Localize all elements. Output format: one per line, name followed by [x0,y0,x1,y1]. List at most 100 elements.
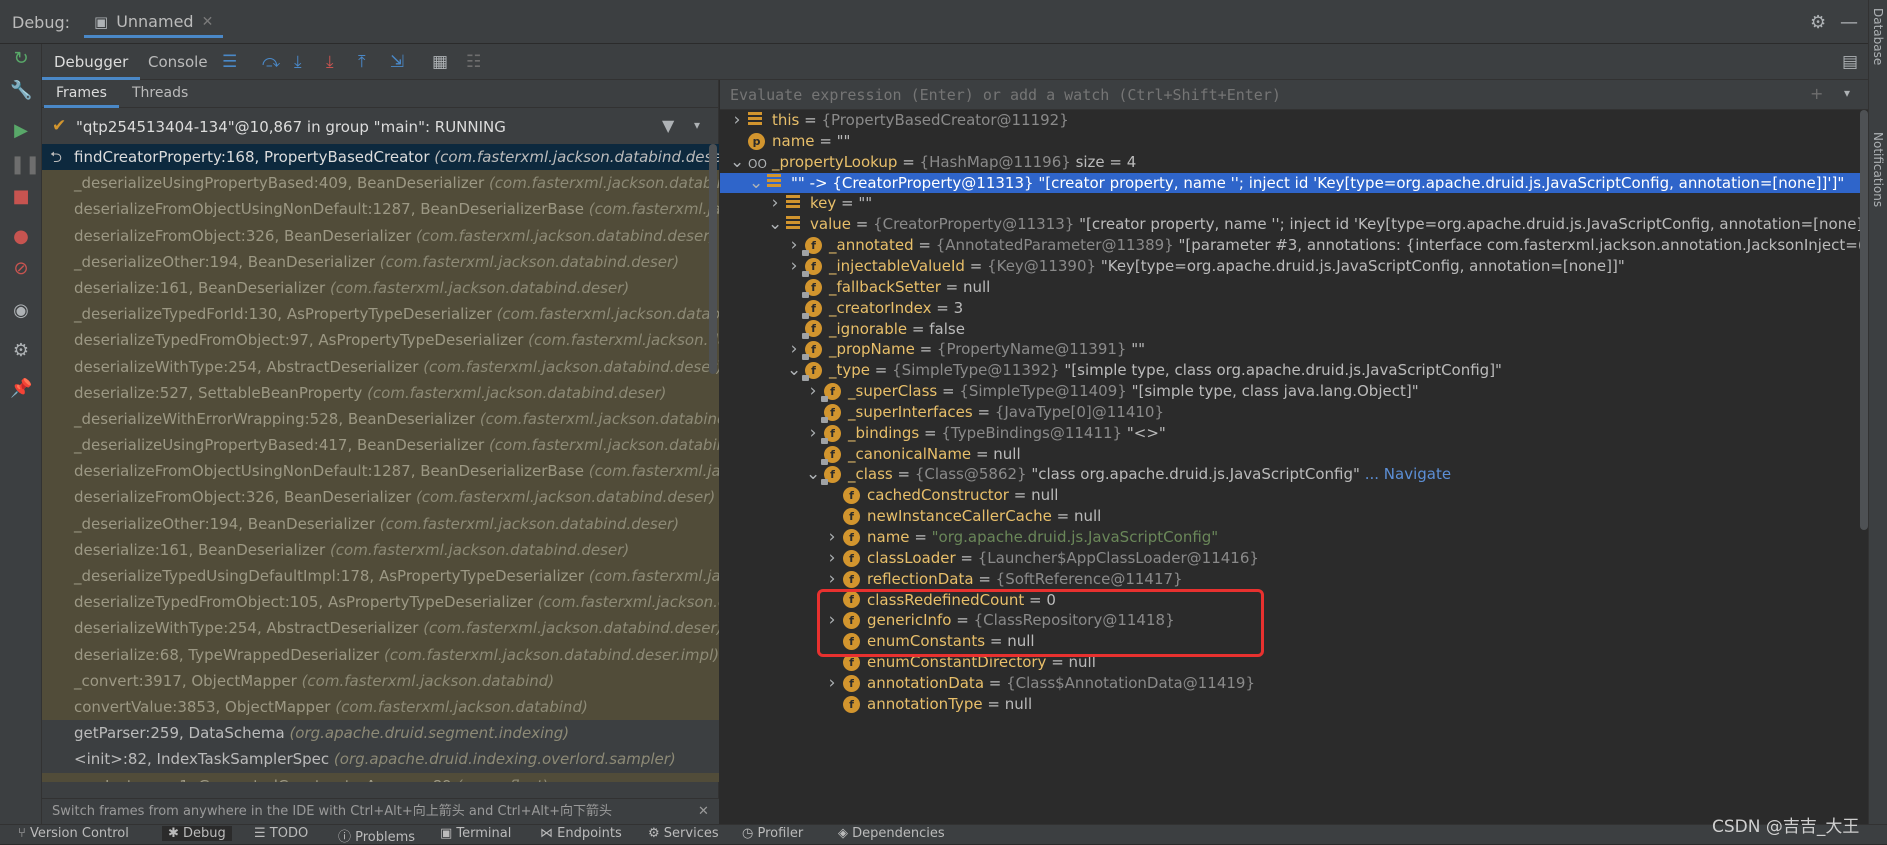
variables-scrollbar[interactable] [1860,110,1868,530]
thread-selector[interactable]: ✔ "qtp254513404-134"@10,867 in group "ma… [42,112,719,144]
frame-row[interactable]: _deserializeTypedUsingDefaultImpl:178, A… [42,563,719,590]
expand-arrow-icon[interactable]: › [825,548,839,569]
variable-row[interactable]: › f _annotated = {AnnotatedParameter@11389… [720,235,1868,257]
close-icon[interactable]: ✕ [202,14,214,30]
tab-threads[interactable]: Threads [120,80,200,108]
variable-row[interactable]: f cachedConstructor = null [720,485,1868,506]
bottom-tab-dependencies[interactable]: ◈ Dependencies [838,826,945,841]
variable-row[interactable]: f _superInterfaces = {JavaType[0]@11410} [720,402,1868,423]
frame-row[interactable]: deserializeFromObject:326, BeanDeseriali… [42,484,719,511]
rerun-icon[interactable]: ↻ [10,48,32,70]
variable-row[interactable]: › f _bindings = {TypeBindings@11411} "<>" [720,423,1868,444]
expand-arrow-icon[interactable]: › [730,110,744,131]
mute-breakpoints-icon[interactable]: ⊘ [10,258,32,280]
frame-row[interactable]: deserializeWithType:254, AbstractDeseria… [42,353,719,380]
minimize-icon[interactable]: — [1840,12,1858,33]
chevron-down-icon[interactable]: ▾ [1844,86,1850,100]
variable-row[interactable]: f _ignorable = false [720,319,1868,340]
variable-row[interactable]: › f _injectableValueId = {Key@11390} "Key[… [720,256,1868,277]
frame-row[interactable]: deserialize:527, SettableBeanProperty (c… [42,379,719,406]
run-to-cursor-icon[interactable]: ⇲ [390,52,404,72]
run-config-tab[interactable]: ▣ Unnamed ✕ [84,8,224,38]
pause-icon[interactable]: ❚❚ [10,154,40,176]
bottom-tab-version-control[interactable]: ⑂ Version Control [18,826,129,841]
variable-row[interactable]: ⌄ f _type = {SimpleType@11392} "[simple ty… [720,360,1868,382]
bottom-tab-todo[interactable]: ☰ TODO [254,826,308,841]
collapse-arrow-icon[interactable]: ⌄ [749,173,763,194]
expand-arrow-icon[interactable]: › [806,423,820,444]
tab-frames[interactable]: Frames [44,80,119,108]
frame-row[interactable]: deserialize:68, TypeWrappedDeserializer … [42,641,719,668]
frame-row[interactable]: deserializeFromObjectUsingNonDefault:128… [42,458,719,485]
navigate-link[interactable]: ... Navigate [1365,465,1451,483]
frame-row[interactable]: ⮌ findCreatorProperty:168, PropertyBasedC… [42,144,719,171]
frame-row[interactable]: _deserializeOther:194, BeanDeserializer … [42,248,719,275]
collapse-arrow-icon[interactable]: ⌄ [787,360,801,381]
variable-row[interactable]: › f name = "org.apache.druid.js.JavaScript… [720,527,1868,548]
camera-icon[interactable]: ◉ [10,300,32,322]
frame-row[interactable]: _deserializeWithErrorWrapping:528, BeanD… [42,405,719,433]
expand-arrow-icon[interactable]: › [825,569,839,590]
evaluate-expression-input[interactable] [728,84,1628,106]
frame-row[interactable]: getParser:259, DataSchema (org.apache.dr… [42,720,719,747]
variable-row[interactable]: ⌄ OO _propertyLookup = {HashMap@11196} siz… [720,152,1868,173]
collapse-arrow-icon[interactable]: ⌄ [730,152,744,173]
frame-row[interactable]: _deserializeUsingPropertyBased:409, Bean… [42,170,719,197]
collapse-arrow-icon[interactable]: ⌄ [806,464,820,485]
frame-row[interactable]: <init>:82, IndexTaskSamplerSpec (org.apa… [42,746,719,773]
variable-row[interactable]: f _fallbackSetter = null [720,277,1868,298]
frame-row[interactable]: deserializeWithType:254, AbstractDeseria… [42,615,719,642]
evaluate-icon[interactable]: ▦ [432,52,448,72]
variable-row[interactable]: › f classLoader = {Launcher$AppClassLoader… [720,548,1868,569]
stop-icon[interactable]: ■ [10,186,32,208]
variable-row[interactable]: f newInstanceCallerCache = null [720,506,1868,527]
variable-row[interactable]: › this = {PropertyBasedCreator@11192} [720,110,1868,131]
variable-row[interactable]: › f reflectionData = {SoftReference@11417} [720,569,1868,590]
layout-icon[interactable]: ▤ [1842,52,1858,72]
variable-row[interactable]: › key = "" [720,193,1868,214]
threads-list-icon[interactable]: ☰ [222,52,237,72]
close-icon[interactable]: ✕ [698,799,709,825]
add-watch-icon[interactable]: + [1810,84,1823,103]
frame-row[interactable]: _convert:3917, ObjectMapper (com.fasterx… [42,667,719,694]
variable-row[interactable]: p name = "" [720,131,1868,152]
step-into-icon[interactable]: ⤓ [294,52,302,72]
settings-icon[interactable]: ⚙ [10,340,32,362]
variable-row[interactable]: ⌄ f _class = {Class@5862} "class org.apach… [720,464,1868,486]
expand-arrow-icon[interactable]: › [825,673,839,694]
frame-row[interactable]: _deserializeUsingPropertyBased:417, Bean… [42,432,719,459]
trace-icon[interactable]: ☷ [466,52,481,72]
bottom-tab-services[interactable]: ⚙ Services [648,826,719,841]
frame-row[interactable]: deserializeTypedFromObject:105, AsProper… [42,589,719,616]
frame-row[interactable]: _deserializeTypedForId:130, AsPropertyTy… [42,301,719,328]
frame-row[interactable]: newInstance:-1, GeneratedConstructorAcce… [42,772,719,782]
database-tab[interactable]: Database [1871,8,1885,65]
bottom-tab-terminal[interactable]: ▣ Terminal [440,826,511,841]
variable-row[interactable]: › f _superClass = {SimpleType@11409} "[sim… [720,381,1868,402]
wrench-icon[interactable]: 🔧 [10,80,32,102]
bottom-tab-debug[interactable]: ✱ Debug [162,826,232,841]
force-step-into-icon[interactable]: ⤓ [326,52,334,72]
tab-debugger[interactable]: Debugger [42,44,141,80]
frames-scrollbar[interactable] [709,144,717,374]
expand-arrow-icon[interactable]: › [806,381,820,402]
bottom-tab-problems[interactable]: ⓘ Problems [338,826,415,845]
frame-row[interactable]: deserialize:161, BeanDeserializer (com.f… [42,536,719,563]
frame-row[interactable]: deserializeFromObject:326, BeanDeseriali… [42,222,719,249]
variable-row[interactable]: › f annotationData = {Class$AnnotationData… [720,673,1868,694]
filter-icon[interactable]: ▼ [662,116,674,135]
chevron-down-icon[interactable]: ▾ [694,118,700,132]
view-breakpoints-icon[interactable]: ● [10,226,32,248]
expand-arrow-icon[interactable]: › [768,193,782,214]
variable-row[interactable]: ⌄ "" -> {CreatorProperty@11313} "[creator… [720,172,1868,194]
pin-icon[interactable]: 📌 [10,378,32,400]
variable-row[interactable]: ⌄ value = {CreatorProperty@11313} "[creat… [720,214,1868,235]
notifications-tab[interactable]: Notifications [1871,132,1885,207]
expand-arrow-icon[interactable]: › [787,235,801,256]
resume-icon[interactable]: ▶ [10,120,32,142]
gear-icon[interactable]: ⚙ [1810,12,1826,33]
bottom-tab-endpoints[interactable]: ⋈ Endpoints [540,826,622,841]
variable-row[interactable]: › f _propName = {PropertyName@11391} "" [720,339,1868,361]
frame-row[interactable]: convertValue:3853, ObjectMapper (com.fas… [42,693,719,721]
expand-arrow-icon[interactable]: › [787,256,801,277]
